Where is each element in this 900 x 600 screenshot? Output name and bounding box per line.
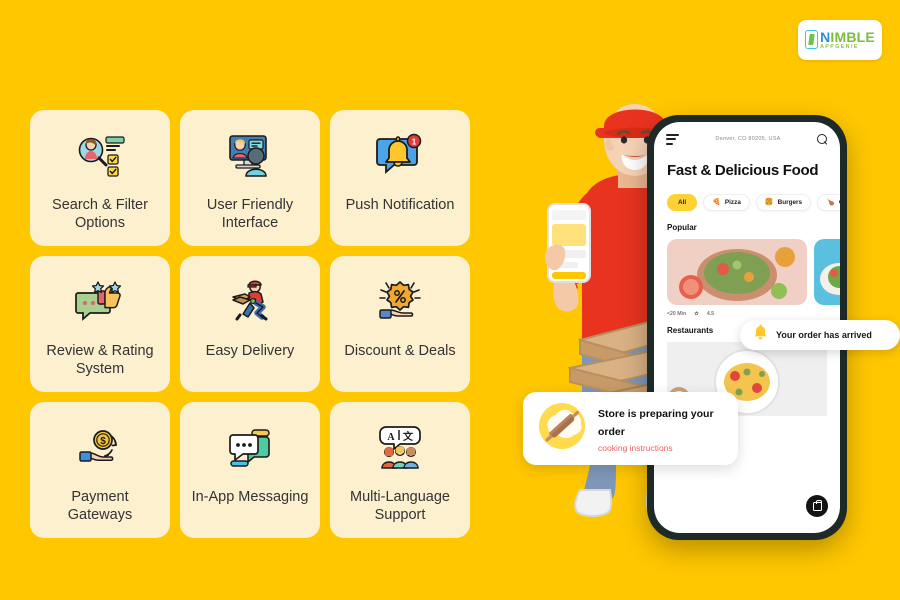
pizza-icon: 🍕 bbox=[712, 199, 721, 207]
app-topbar: Denver, CO 80205, USA bbox=[654, 122, 840, 150]
chip-label: Gr bbox=[839, 199, 840, 206]
toast-store-link[interactable]: cooking instructions bbox=[598, 443, 725, 453]
feature-card-push-notification[interactable]: 1 Push Notification bbox=[330, 110, 470, 246]
feature-card-multi-language[interactable]: A 文 Multi-Language Support bbox=[330, 402, 470, 538]
search-icon[interactable] bbox=[817, 133, 828, 145]
svg-text:$: $ bbox=[100, 436, 106, 447]
toast-arrived-text: Your order has arrived bbox=[776, 330, 872, 340]
svg-text:A: A bbox=[387, 432, 395, 443]
category-chip-grill[interactable]: 🍗 Gr bbox=[817, 194, 840, 212]
feature-label: Search & Filter Options bbox=[52, 197, 148, 232]
burger-icon: 🍔 bbox=[764, 199, 774, 207]
rating-value: 4.5 bbox=[706, 311, 715, 318]
feature-label: Easy Delivery bbox=[205, 343, 295, 359]
toast-store-text: Store is preparing your order cooking in… bbox=[598, 404, 725, 453]
feature-card-easy-delivery[interactable]: Easy Delivery bbox=[180, 256, 320, 392]
feature-label: Multi-Language Support bbox=[350, 489, 450, 524]
rating-star-icon: ☆ bbox=[694, 311, 699, 318]
toast-store-title: Store is preparing your order bbox=[598, 408, 714, 438]
rolling-pin-icon bbox=[536, 400, 588, 457]
svg-text:1: 1 bbox=[412, 137, 417, 146]
chip-label: All bbox=[678, 199, 687, 207]
food-meta: <20 Min ☆ 4.5 bbox=[654, 305, 840, 317]
toast-store-preparing[interactable]: Store is preparing your order cooking in… bbox=[523, 392, 738, 465]
search-filter-icon bbox=[72, 128, 128, 184]
translate-people-icon: A 文 bbox=[372, 420, 428, 476]
feature-card-user-interface[interactable]: User Friendly Interface bbox=[180, 110, 320, 246]
food-card-secondary[interactable] bbox=[814, 239, 840, 306]
svg-text:文: 文 bbox=[403, 430, 414, 443]
chip-label: Pizza bbox=[724, 199, 741, 207]
feature-card-search-filter[interactable]: Search & Filter Options bbox=[30, 110, 170, 246]
feature-grid: Search & Filter Options User Friendly In… bbox=[30, 110, 470, 538]
shopping-bag-icon bbox=[812, 499, 822, 511]
food-card-salad[interactable] bbox=[667, 239, 807, 306]
user-interface-icon bbox=[222, 128, 278, 184]
chat-bubbles-icon bbox=[222, 420, 278, 476]
feature-label: Discount & Deals bbox=[344, 343, 456, 359]
coin-hand-icon: $ bbox=[72, 420, 128, 476]
hamburger-menu-icon[interactable] bbox=[666, 133, 679, 145]
bell-icon bbox=[752, 324, 769, 347]
thumbs-up-stars-icon bbox=[72, 274, 128, 330]
category-chip-list[interactable]: All 🍕 Pizza 🍔 Burgers 🍗 Gr bbox=[654, 180, 840, 212]
delivery-runner-icon bbox=[222, 274, 278, 330]
section-title-popular: Popular bbox=[667, 223, 697, 233]
category-chip-all[interactable]: All bbox=[667, 194, 698, 212]
popular-food-row[interactable] bbox=[654, 232, 840, 306]
app-headline: Fast & Delicious Food bbox=[667, 162, 819, 179]
feature-card-payment-gateways[interactable]: $ Payment Gateways bbox=[30, 402, 170, 538]
cart-fab-button[interactable] bbox=[806, 495, 828, 517]
category-chip-burgers[interactable]: 🍔 Burgers bbox=[755, 194, 812, 212]
hero-composition: Denver, CO 80205, USA Fast & Delicious F… bbox=[495, 0, 900, 600]
poster-canvas: NIMBLE APPGENIE Search & Filter Options … bbox=[0, 0, 900, 600]
feature-label: Push Notification bbox=[345, 197, 455, 213]
category-chip-pizza[interactable]: 🍕 Pizza bbox=[703, 194, 750, 212]
feature-label: In-App Messaging bbox=[191, 489, 309, 505]
delivery-time: <20 Min bbox=[667, 311, 687, 318]
feature-card-review-rating[interactable]: Review & Rating System bbox=[30, 256, 170, 392]
feature-card-in-app-messaging[interactable]: In-App Messaging bbox=[180, 402, 320, 538]
toast-order-arrived[interactable]: Your order has arrived bbox=[740, 320, 900, 350]
feature-card-discount-deals[interactable]: Discount & Deals bbox=[330, 256, 470, 392]
feature-label: Review & Rating System bbox=[46, 343, 154, 378]
location-label[interactable]: Denver, CO 80205, USA bbox=[715, 136, 780, 142]
grill-icon: 🍗 bbox=[826, 199, 835, 207]
discount-hand-icon bbox=[372, 274, 428, 330]
chip-label: Burgers bbox=[777, 199, 803, 207]
bell-notification-icon: 1 bbox=[372, 128, 428, 184]
feature-label: User Friendly Interface bbox=[206, 197, 294, 232]
feature-label: Payment Gateways bbox=[67, 489, 133, 524]
